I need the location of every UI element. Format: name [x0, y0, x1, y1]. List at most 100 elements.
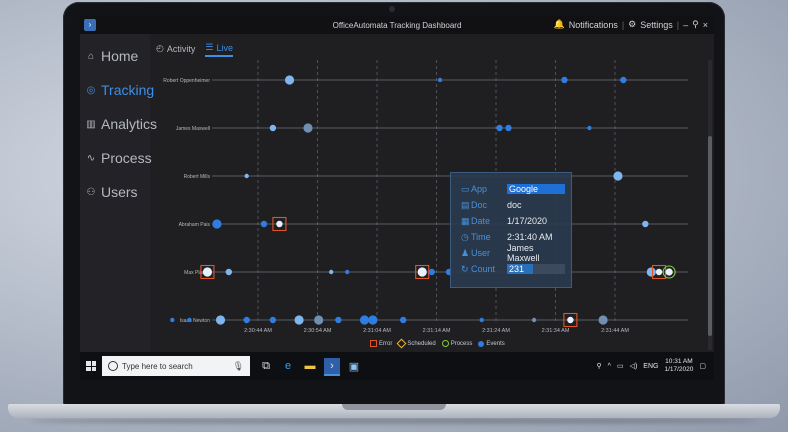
search-placeholder: Type here to search — [122, 361, 193, 371]
event-point — [479, 317, 484, 323]
event-point — [202, 267, 213, 277]
event-point — [170, 317, 175, 323]
app-window-icon[interactable]: ▣ — [346, 358, 362, 374]
tooltip-row-doc: ▤ Doc doc — [461, 199, 565, 211]
scheduled-diamond-icon — [396, 338, 407, 349]
officeautomata-app-icon[interactable]: › — [324, 358, 340, 376]
event-point — [244, 173, 249, 179]
tab-label: Activity — [166, 43, 196, 54]
event-point — [294, 315, 304, 325]
event-point — [655, 268, 663, 276]
legend-item-scheduled[interactable]: Scheduled — [396, 338, 436, 349]
scrollbar-thumb[interactable] — [708, 136, 712, 336]
legend-label: Error — [379, 340, 393, 347]
sidebar-item-label: Home — [101, 48, 139, 64]
taskbar: Type here to search 🎙 ⧉ e ▬ › ▣ ⚲ ^ ▭ ◁)… — [80, 352, 714, 380]
tooltip-row-user: ♟ User James Maxwell — [461, 243, 565, 263]
tooltip-value: James Maxwell — [507, 243, 540, 263]
system-tray: ⚲ ^ ▭ ◁) ENG 10:31 AM 1/17/2020 ▢ — [597, 358, 707, 374]
clock-icon: ◷ — [461, 231, 469, 242]
sidebar-item-label: Process — [101, 150, 152, 166]
row-label: Abraham Pais — [179, 222, 211, 228]
event-point — [505, 124, 512, 132]
tooltip-key: Time — [471, 232, 491, 242]
x-tick-label: 2:31:14 AM — [423, 328, 451, 334]
webcam — [389, 6, 395, 12]
tab-activity[interactable]: ◴ Activity — [156, 42, 195, 57]
view-tabs: ◴ Activity ☰ Live — [156, 42, 233, 57]
event-point — [496, 124, 503, 132]
close-button[interactable]: × — [703, 20, 708, 30]
tooltip-key: User — [471, 248, 491, 258]
tooltip-row-count: ↻ Count 231 — [461, 263, 565, 275]
sidebar: ⌂ Home ◎ Tracking ▥ Analytics ∿ Process … — [80, 34, 157, 352]
action-center-icon[interactable]: ▢ — [699, 362, 706, 370]
sidebar-item-home[interactable]: ⌂ Home — [86, 48, 138, 64]
event-point — [437, 77, 443, 83]
tooltip-value: 1/17/2020 — [507, 216, 548, 226]
notifications-button[interactable]: Notifications — [569, 20, 618, 30]
count-bar: 231 — [507, 264, 565, 274]
taskbar-clock[interactable]: 10:31 AM 1/17/2020 — [664, 358, 693, 374]
taskbar-search[interactable]: Type here to search 🎙 — [102, 356, 250, 376]
error-square-icon — [370, 340, 377, 347]
bell-icon[interactable]: 🔔 — [554, 19, 565, 30]
gear-icon[interactable]: ⚙ — [628, 19, 636, 30]
minimize-button[interactable]: – — [683, 20, 688, 30]
windows-start-icon[interactable] — [86, 361, 96, 371]
row-label: Isaac Newton — [180, 318, 211, 324]
event-point — [215, 315, 226, 325]
person-icon[interactable]: ⚲ — [597, 362, 602, 370]
x-tick-label: 2:31:34 AM — [542, 328, 570, 334]
x-tick-label: 2:31:24 AM — [482, 328, 510, 334]
event-point — [335, 316, 342, 324]
chevron-up-icon[interactable]: ^ — [608, 363, 611, 370]
sidebar-item-tracking[interactable]: ◎ Tracking — [86, 82, 155, 98]
tooltip-row-date: ▦ Date 1/17/2020 — [461, 215, 565, 227]
tooltip-value: 2:31:40 AM — [507, 232, 553, 242]
event-point — [269, 316, 277, 324]
cortana-icon — [108, 361, 118, 371]
network-icon[interactable]: ▭ — [617, 362, 624, 370]
microphone-icon[interactable]: 🎙 — [233, 361, 244, 372]
sidebar-item-analytics[interactable]: ▥ Analytics — [86, 116, 157, 132]
pin-button[interactable]: ⚲ — [692, 19, 699, 30]
clock-time: 10:31 AM — [665, 358, 693, 365]
row-label: James Maxwell — [176, 126, 210, 132]
event-point — [260, 220, 268, 228]
sidebar-item-label: Analytics — [101, 116, 158, 132]
settings-button[interactable]: Settings — [640, 20, 673, 30]
x-tick-label: 2:31:04 AM — [363, 328, 391, 334]
x-tick-label: 2:31:44 AM — [601, 328, 629, 334]
sidebar-item-users[interactable]: ⚇ Users — [86, 184, 138, 200]
event-point — [269, 124, 277, 132]
sidebar-item-process[interactable]: ∿ Process — [86, 150, 152, 166]
title-bar: › OfficeAutomata Tracking Dashboard 🔔 No… — [80, 16, 714, 34]
legend-item-process[interactable]: Process — [441, 340, 472, 347]
window-icon: ▭ — [461, 183, 470, 194]
language-indicator[interactable]: ENG — [643, 363, 658, 370]
live-icon: ☰ — [205, 42, 214, 52]
row-label: Robert Mills — [184, 174, 211, 180]
chart-legend: Error Scheduled Process Events — [370, 338, 505, 349]
legend-item-events[interactable]: Events — [478, 340, 505, 347]
legend-item-error[interactable]: Error — [370, 340, 392, 347]
event-point — [417, 267, 427, 277]
event-point — [212, 219, 222, 229]
tooltip-row-time: ◷ Time 2:31:40 AM — [461, 231, 565, 243]
clock-date: 1/17/2020 — [664, 366, 694, 373]
activity-icon: ◴ — [156, 43, 164, 53]
file-explorer-icon[interactable]: ▬ — [302, 358, 318, 374]
event-point — [598, 315, 608, 325]
edge-browser-icon[interactable]: e — [280, 358, 296, 374]
tooltip-value: doc — [507, 200, 522, 210]
volume-icon[interactable]: ◁) — [630, 362, 638, 370]
tab-live[interactable]: ☰ Live — [205, 42, 233, 57]
event-point — [225, 268, 233, 276]
legend-label: Scheduled — [407, 340, 436, 347]
event-point — [368, 315, 378, 325]
event-point — [531, 317, 537, 323]
event-point — [567, 316, 574, 324]
sidebar-item-label: Users — [101, 184, 138, 200]
task-view-icon[interactable]: ⧉ — [258, 358, 274, 374]
